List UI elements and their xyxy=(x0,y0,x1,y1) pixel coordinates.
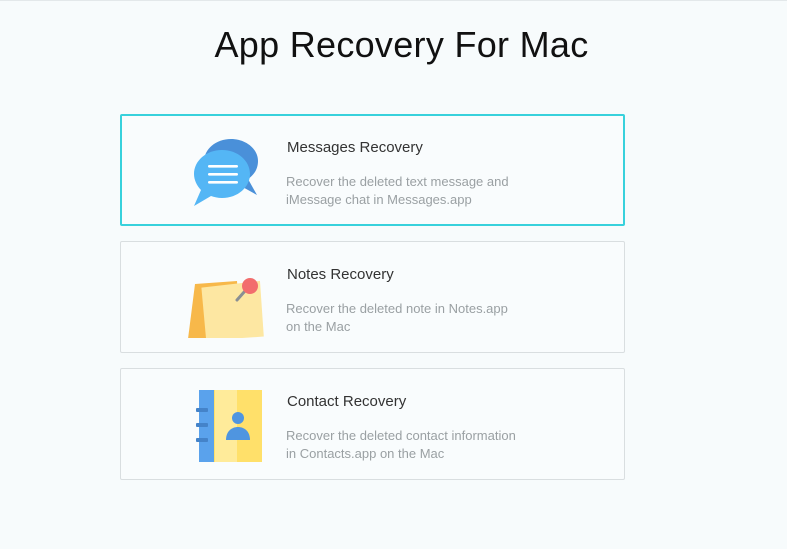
card-description-line: in Contacts.app on the Mac xyxy=(286,446,445,461)
messages-recovery-card[interactable]: Messages Recovery Recover the deleted te… xyxy=(120,114,625,226)
card-title: Notes Recovery xyxy=(287,266,394,283)
messages-bubble-icon xyxy=(187,133,265,211)
card-description: Recover the deleted text message and iMe… xyxy=(286,173,556,209)
card-title: Messages Recovery xyxy=(287,139,423,156)
card-description-line: Recover the deleted contact information xyxy=(286,428,516,443)
card-description: Recover the deleted note in Notes.app on… xyxy=(286,300,556,336)
card-description: Recover the deleted contact information … xyxy=(286,427,556,463)
contact-recovery-card[interactable]: Contact Recovery Recover the deleted con… xyxy=(120,368,625,480)
sticky-note-icon xyxy=(187,260,265,338)
page-title: App Recovery For Mac xyxy=(214,24,589,65)
card-title: Contact Recovery xyxy=(287,393,407,410)
top-divider xyxy=(0,0,787,1)
card-description-line: on the Mac xyxy=(286,319,351,334)
notes-recovery-card[interactable]: Notes Recovery Recover the deleted note … xyxy=(120,241,625,353)
card-description-line: iMessage chat in Messages.app xyxy=(286,192,472,207)
card-description-line: Recover the deleted text message and xyxy=(286,174,509,189)
card-description-line: Recover the deleted note in Notes.app xyxy=(286,301,508,316)
contact-book-icon xyxy=(187,387,265,465)
